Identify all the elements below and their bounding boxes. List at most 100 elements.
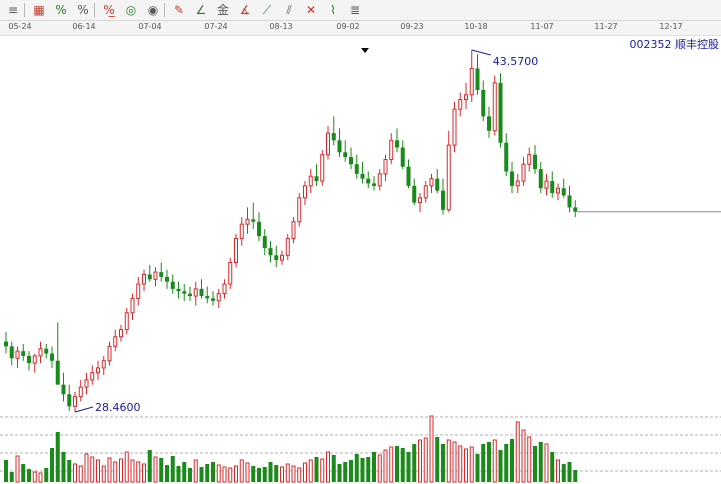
candle-body-up <box>544 180 549 189</box>
candle-body-up <box>193 288 198 297</box>
volume-bar-up <box>527 436 532 483</box>
volume-bar-up <box>464 448 468 483</box>
volume-bar-down <box>55 432 60 482</box>
candle-body-up <box>285 238 290 256</box>
volume-bar-up <box>119 458 123 483</box>
volume-bar-down <box>331 455 336 482</box>
volume-bar-down <box>205 464 210 482</box>
volume-bar-down <box>360 458 365 482</box>
annotations: 43.5700 28.4600 <box>74 48 721 414</box>
candle-body-up <box>446 144 451 211</box>
volume-bar-down <box>199 467 204 482</box>
candle-body-up <box>142 273 146 285</box>
candle-body-down <box>412 185 417 203</box>
volume-bar-up <box>78 465 83 483</box>
volume-bar-down <box>567 462 572 482</box>
candle-body-down <box>349 157 353 165</box>
volume-bar-up <box>32 471 37 483</box>
candle-body-down <box>4 341 8 347</box>
volume-bar-up <box>84 453 89 483</box>
volume-bar-up <box>303 462 307 483</box>
candle-body-up <box>291 221 296 240</box>
volume-bar-down <box>366 457 371 482</box>
candle-body-down <box>366 178 371 184</box>
volume-bar-down <box>435 437 440 482</box>
volume-bar-up <box>15 455 20 483</box>
candle-body-down <box>205 296 210 299</box>
volume-bar-up <box>234 465 238 483</box>
candle-body-up <box>78 386 83 398</box>
candle-body-down <box>354 164 359 174</box>
candle-body-down <box>159 272 164 277</box>
volume-bar-up <box>297 467 302 483</box>
candle-body-down <box>441 190 445 210</box>
candle-body-down <box>573 207 578 212</box>
volume-bar-up <box>492 439 497 483</box>
volume-bar-down <box>165 465 169 482</box>
volume-bar-up <box>326 451 330 483</box>
volume-bar-down <box>314 457 319 482</box>
volume-bar-down <box>510 439 514 482</box>
candle-body-up <box>492 82 497 132</box>
candle-body-down <box>67 394 72 407</box>
volume-bar-up <box>285 463 290 483</box>
candle-body-down <box>27 355 31 364</box>
high-price-label: 43.5700 <box>493 55 539 68</box>
volume-bar-down <box>412 444 417 482</box>
candle-body-up <box>96 367 100 374</box>
volume-bar-up <box>280 466 284 483</box>
candle-body-down <box>337 140 342 153</box>
volume-bar-down <box>44 468 49 482</box>
volume-bar-down <box>27 469 31 482</box>
candle-body-down <box>475 68 480 91</box>
volume-bar-down <box>50 448 54 482</box>
volume-bar-down <box>406 452 411 482</box>
volume-bar-up <box>228 467 233 483</box>
high-pointer-line <box>471 49 491 56</box>
volume-bar-down <box>475 454 480 482</box>
volume-bar-up <box>418 439 422 483</box>
candle-body-up <box>119 329 123 338</box>
candle-body-down <box>360 173 365 179</box>
volume-bar-down <box>400 448 405 482</box>
volume-bar-down <box>550 452 555 482</box>
volume-bar-up <box>515 421 520 483</box>
candle-body-up <box>130 297 135 314</box>
candle-body-down <box>21 351 26 356</box>
candle-body-up <box>136 283 141 299</box>
candle-body-up <box>464 94 468 101</box>
candle-body-down <box>550 181 555 194</box>
candle-body-up <box>73 396 77 407</box>
candle-body-down <box>406 166 411 186</box>
candle-body-up <box>90 372 95 381</box>
candle-body-down <box>199 288 204 297</box>
candle-body-up <box>222 283 227 295</box>
volume-bar-up <box>320 458 325 483</box>
candle-body-up <box>303 185 307 199</box>
candle-body-down <box>251 219 256 222</box>
candle-body-up <box>389 139 394 160</box>
volume-bar-down <box>188 468 192 482</box>
candle-body-up <box>429 178 434 187</box>
candle-body-down <box>50 353 54 361</box>
candle-body-down <box>533 154 537 170</box>
volume-bar-up <box>136 461 141 483</box>
candle-body-up <box>113 336 118 347</box>
candle-body-down <box>487 116 491 131</box>
position-marker-icon <box>361 48 369 53</box>
candle-body-up <box>239 223 244 240</box>
volume-bar-up <box>113 461 118 483</box>
volume-bar-down <box>538 442 543 482</box>
low-pointer-line <box>74 406 94 413</box>
volume-bar-up <box>96 459 100 483</box>
volume-bar-down <box>159 458 164 482</box>
candle-body-down <box>314 176 319 182</box>
volume-bar-up <box>153 456 158 483</box>
candle-body-down <box>510 171 514 186</box>
volume-bar-up <box>216 464 221 483</box>
volume-bar-down <box>354 454 359 482</box>
volume-bar-down <box>573 470 578 482</box>
candle-body-up <box>308 175 313 187</box>
volume-bar-down <box>372 452 376 482</box>
volume-bar-up <box>130 459 135 483</box>
